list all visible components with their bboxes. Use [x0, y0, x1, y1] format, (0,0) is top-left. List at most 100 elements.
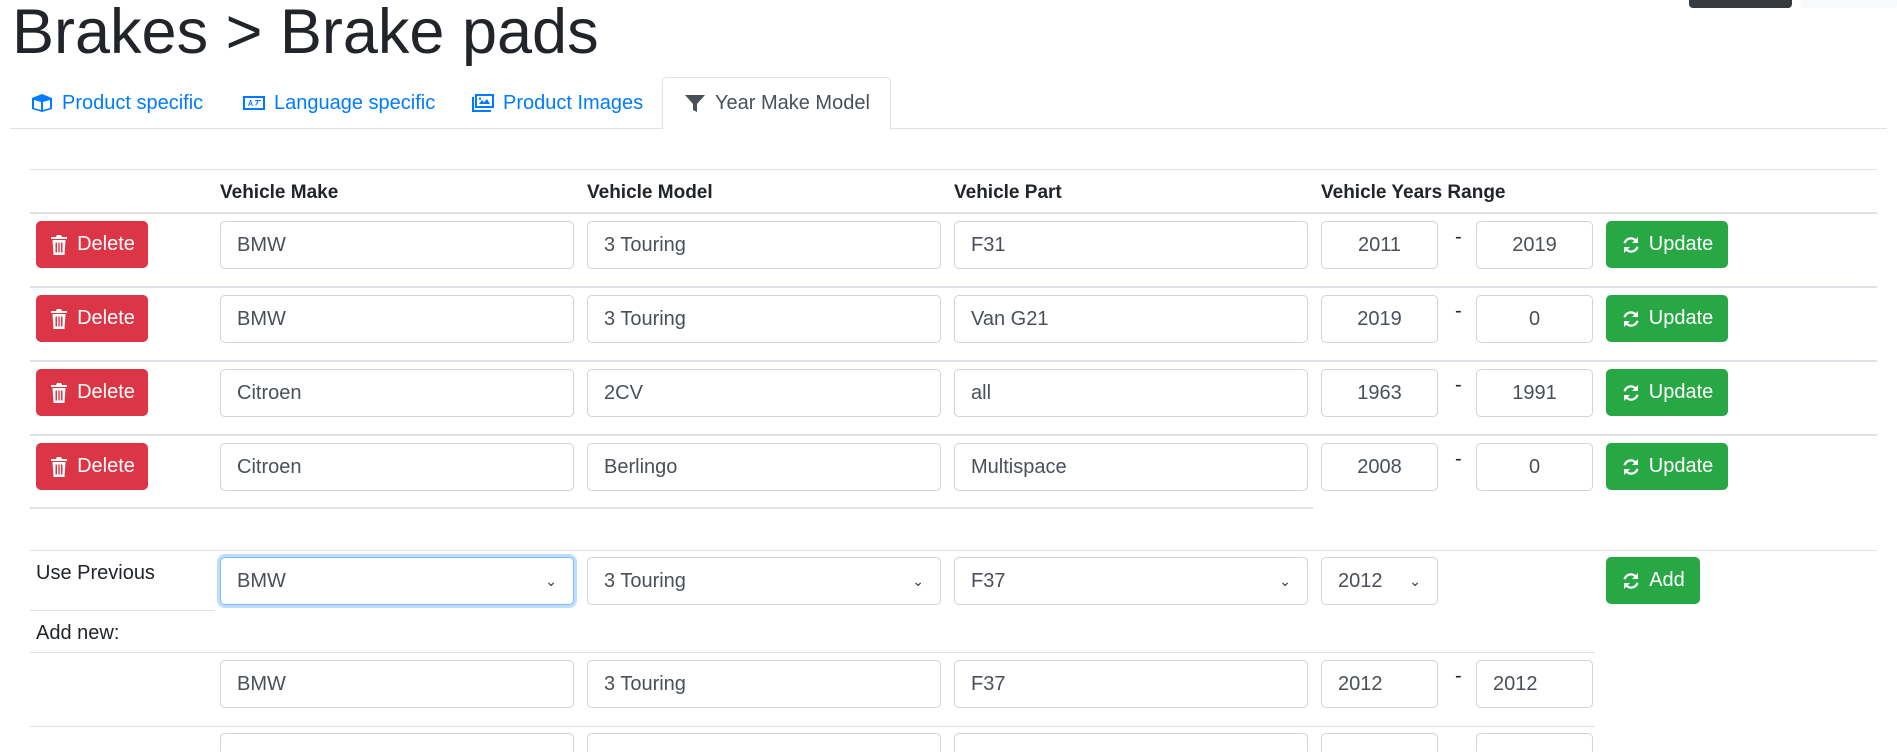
previous-model-select[interactable]: 3 Touring ⌄ — [587, 557, 941, 605]
delete-button[interactable]: Delete — [36, 369, 148, 416]
add-button[interactable]: Add — [1606, 557, 1700, 604]
table-header-border — [30, 212, 1877, 214]
year-to-field[interactable]: 0 — [1476, 443, 1593, 491]
update-label: Update — [1648, 307, 1714, 329]
tab-bar: Product specific Language specific Produ… — [10, 77, 1887, 130]
add-label: Add — [1649, 569, 1685, 591]
tab-product-specific[interactable]: Product specific — [10, 77, 223, 129]
extra-part-input[interactable] — [954, 733, 1308, 752]
new-make-input[interactable]: BMW — [220, 660, 574, 708]
trash-icon — [51, 456, 68, 477]
year-from-field[interactable]: 2011 — [1321, 221, 1438, 269]
update-button[interactable]: Update — [1606, 295, 1728, 342]
section-divider — [30, 652, 1595, 653]
tab-product-images[interactable]: Product Images — [451, 77, 663, 129]
new-year-from-input[interactable]: 2012 — [1321, 660, 1438, 708]
part-field[interactable]: all — [954, 369, 1308, 417]
delete-button[interactable]: Delete — [36, 295, 148, 342]
make-field[interactable]: Citroen — [220, 443, 574, 491]
trash-icon — [51, 308, 68, 329]
year-from-field[interactable]: 2019 — [1321, 295, 1438, 343]
box-icon — [32, 94, 52, 112]
header-vehicle-part: Vehicle Part — [954, 182, 1062, 203]
extra-year-to-input[interactable] — [1476, 733, 1593, 752]
update-label: Update — [1648, 233, 1714, 255]
new-year-to-input[interactable]: 2012 — [1476, 660, 1593, 708]
year-separator: - — [1455, 300, 1462, 322]
top-light-button[interactable] — [1801, 0, 1897, 8]
delete-button[interactable]: Delete — [36, 443, 148, 490]
year-to-field[interactable]: 0 — [1476, 295, 1593, 343]
update-label: Update — [1648, 455, 1714, 477]
row-divider — [30, 507, 1313, 509]
previous-model-value: 3 Touring — [604, 569, 686, 592]
year-to-field[interactable]: 1991 — [1476, 369, 1593, 417]
tab-label: Product Images — [503, 91, 644, 114]
refresh-icon — [1623, 572, 1639, 589]
extra-year-from-input[interactable] — [1321, 733, 1438, 752]
chevron-down-icon: ⌄ — [1279, 572, 1291, 589]
year-separator: - — [1455, 448, 1462, 470]
tab-label: Product specific — [62, 91, 204, 114]
previous-part-value: F37 — [971, 569, 1006, 592]
delete-label: Delete — [77, 307, 135, 329]
extra-model-input[interactable] — [587, 733, 941, 752]
update-button[interactable]: Update — [1606, 443, 1728, 490]
top-dark-button[interactable] — [1689, 0, 1792, 8]
year-separator: - — [1455, 665, 1462, 687]
update-button[interactable]: Update — [1606, 369, 1728, 416]
model-field[interactable]: 3 Touring — [587, 295, 941, 343]
previous-part-select[interactable]: F37 ⌄ — [954, 557, 1308, 605]
year-separator: - — [1455, 226, 1462, 248]
refresh-icon — [1623, 236, 1639, 253]
new-part-input[interactable]: F37 — [954, 660, 1308, 708]
header-vehicle-model: Vehicle Model — [587, 182, 713, 203]
label-divider — [30, 610, 215, 611]
filter-icon — [685, 94, 705, 112]
chevron-down-icon: ⌄ — [1409, 572, 1421, 589]
update-label: Update — [1648, 381, 1714, 403]
header-vehicle-make: Vehicle Make — [220, 182, 339, 203]
year-from-field[interactable]: 1963 — [1321, 369, 1438, 417]
tab-year-make-model[interactable]: Year Make Model — [662, 77, 891, 130]
update-button[interactable]: Update — [1606, 221, 1728, 268]
model-field[interactable]: Berlingo — [587, 443, 941, 491]
year-from-field[interactable]: 2008 — [1321, 443, 1438, 491]
previous-year-value: 2012 — [1338, 569, 1383, 592]
previous-make-select[interactable]: BMW ⌄ — [220, 557, 574, 605]
table-top-border — [30, 169, 1877, 170]
delete-label: Delete — [77, 455, 135, 477]
add-new-label: Add new: — [36, 622, 120, 644]
extra-make-input[interactable] — [220, 733, 574, 752]
tab-label: Year Make Model — [715, 92, 870, 114]
new-model-input[interactable]: 3 Touring — [587, 660, 941, 708]
part-field[interactable]: Van G21 — [954, 295, 1308, 343]
language-icon — [243, 96, 265, 110]
chevron-down-icon: ⌄ — [912, 572, 924, 589]
delete-button[interactable]: Delete — [36, 221, 148, 268]
previous-make-value: BMW — [237, 569, 286, 592]
section-divider — [30, 550, 1877, 551]
trash-icon — [51, 382, 68, 403]
delete-label: Delete — [77, 381, 135, 403]
previous-year-select[interactable]: 2012 ⌄ — [1321, 557, 1438, 605]
model-field[interactable]: 2CV — [587, 369, 941, 417]
delete-label: Delete — [77, 233, 135, 255]
header-vehicle-years-range: Vehicle Years Range — [1321, 182, 1506, 203]
part-field[interactable]: F31 — [954, 221, 1308, 269]
row-divider — [30, 286, 1877, 288]
row-divider — [30, 726, 1595, 727]
make-field[interactable]: Citroen — [220, 369, 574, 417]
refresh-icon — [1623, 384, 1639, 401]
tab-language-specific[interactable]: Language specific — [222, 77, 455, 129]
year-separator: - — [1455, 374, 1462, 396]
images-icon — [472, 94, 494, 112]
year-to-field[interactable]: 2019 — [1476, 221, 1593, 269]
model-field[interactable]: 3 Touring — [587, 221, 941, 269]
make-field[interactable]: BMW — [220, 295, 574, 343]
part-field[interactable]: Multispace — [954, 443, 1308, 491]
row-divider — [30, 360, 1877, 362]
make-field[interactable]: BMW — [220, 221, 574, 269]
refresh-icon — [1623, 310, 1639, 327]
trash-icon — [51, 234, 68, 255]
